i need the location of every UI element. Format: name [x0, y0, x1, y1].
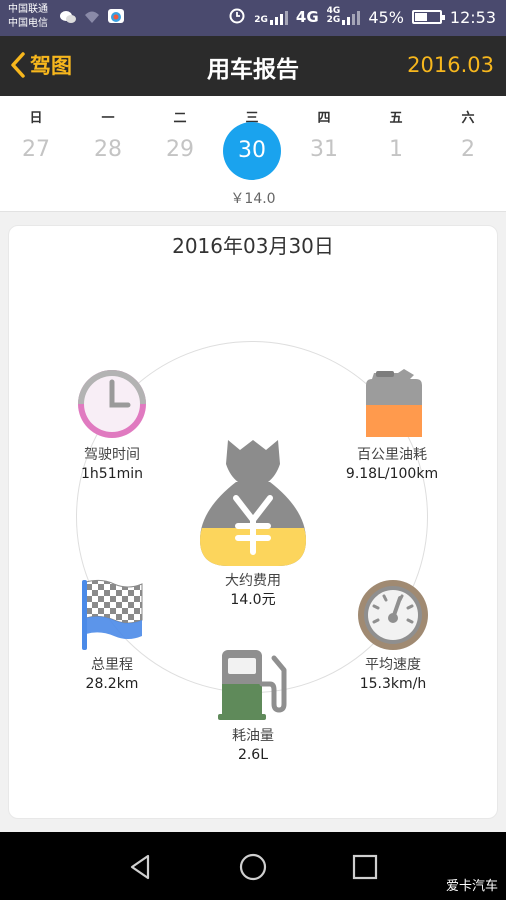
cost-value: 14.0元 [230, 592, 276, 608]
carrier-names: 中国联通 中国电信 [8, 3, 48, 31]
clock-icon [76, 368, 148, 444]
app-notification-icon [108, 9, 124, 23]
cost-label: 大约费用 [225, 573, 281, 589]
report-date: 2016年03月30日 [172, 234, 334, 258]
carrier-1: 中国联通 [8, 4, 48, 15]
day-cell[interactable]: 1 [376, 136, 416, 164]
carrier-2: 中国电信 [8, 18, 48, 29]
day-cell[interactable]: 29 [160, 136, 200, 164]
network-type-sim1: 2G [254, 15, 268, 25]
status-bar: 中国联通 中国电信 2G 4G 4G 2G 45% 12:53 [0, 0, 506, 36]
wifi-unknown-icon [84, 9, 100, 23]
money-bag-icon [198, 436, 308, 572]
signal-icon-sim1: 2G [254, 9, 288, 25]
speedometer-icon [356, 578, 430, 656]
nav-home-button[interactable] [238, 852, 268, 882]
weekday-mon: 一 [101, 111, 115, 126]
back-label: 驾图 [30, 54, 72, 78]
battery-percent: 45% [368, 7, 404, 27]
avg-speed-label: 平均速度 [365, 657, 421, 673]
network-type-4g: 4G [295, 8, 319, 26]
weekday-tue: 二 [173, 111, 187, 126]
weekday-sat: 六 [461, 111, 475, 126]
alarm-icon [228, 6, 246, 28]
battery-level-fill [414, 13, 427, 21]
selected-day-cost: ￥14.0 [230, 191, 276, 207]
network-stack: 4G 2G [327, 7, 341, 25]
nav-recents-button[interactable] [350, 852, 380, 882]
fuel-used-value: 2.6L [237, 747, 269, 763]
circle-home-icon [239, 853, 267, 881]
checkered-flag-icon [80, 578, 144, 656]
avg-speed-value: 15.3km/h [359, 676, 427, 692]
chevron-left-icon [11, 52, 25, 78]
day-cell-selected[interactable]: 30 [223, 122, 281, 180]
fuel-consumption-label: 百公里油耗 [357, 447, 427, 463]
fuel-used-label: 耗油量 [232, 728, 274, 744]
fuel-consumption-value: 9.18L/100km [345, 466, 439, 482]
back-button[interactable]: 驾图 [10, 50, 72, 80]
watermark: 爱卡汽车 [445, 879, 498, 894]
fuel-consumption-stat: 百公里油耗 9.18L/100km [322, 446, 462, 484]
clock-time: 12:53 [449, 7, 496, 27]
avg-speed-stat: 平均速度 15.3km/h [323, 656, 463, 694]
drive-time-value: 1h51min [81, 466, 143, 482]
signal-icon-sim2: 4G 2G [327, 7, 361, 25]
month-selector[interactable]: 2016.03 [407, 53, 494, 77]
mileage-stat: 总里程 28.2km [42, 656, 182, 694]
gas-pump-icon [218, 648, 288, 726]
network-type-sim2-b: 2G [326, 15, 341, 25]
fuel-used-stat: 耗油量 2.6L [183, 727, 323, 765]
mileage-label: 总里程 [91, 657, 133, 673]
day-cell[interactable]: 31 [304, 136, 344, 164]
wechat-icon [60, 9, 76, 23]
nav-back-button[interactable] [126, 852, 156, 882]
notification-icons [60, 9, 124, 23]
drive-time-stat: 驾驶时间 1h51min [42, 446, 182, 484]
day-cell[interactable]: 27 [16, 136, 56, 164]
drive-time-label: 驾驶时间 [84, 447, 140, 463]
fuel-can-icon [364, 367, 424, 443]
battery-icon [411, 10, 445, 24]
day-cell[interactable]: 2 [448, 136, 488, 164]
triangle-back-icon [130, 854, 150, 880]
app-header: 驾图 用车报告 2016.03 [0, 36, 506, 96]
cost-stat: 大约费用 14.0元 [183, 572, 323, 610]
mileage-value: 28.2km [85, 676, 139, 692]
status-indicators: 2G 4G 4G 2G 45% 12:53 [228, 6, 496, 28]
weekday-fri: 五 [389, 111, 403, 126]
weekday-thu: 四 [317, 111, 331, 126]
system-nav-bar: 爱卡汽车 [0, 832, 506, 900]
week-calendar: 日 一 二 三 四 五 六 27 28 29 30 31 1 2 ￥14.0 [0, 96, 506, 212]
weekday-sun: 日 [29, 111, 43, 126]
day-cell[interactable]: 28 [88, 136, 128, 164]
square-recents-icon [352, 854, 378, 880]
